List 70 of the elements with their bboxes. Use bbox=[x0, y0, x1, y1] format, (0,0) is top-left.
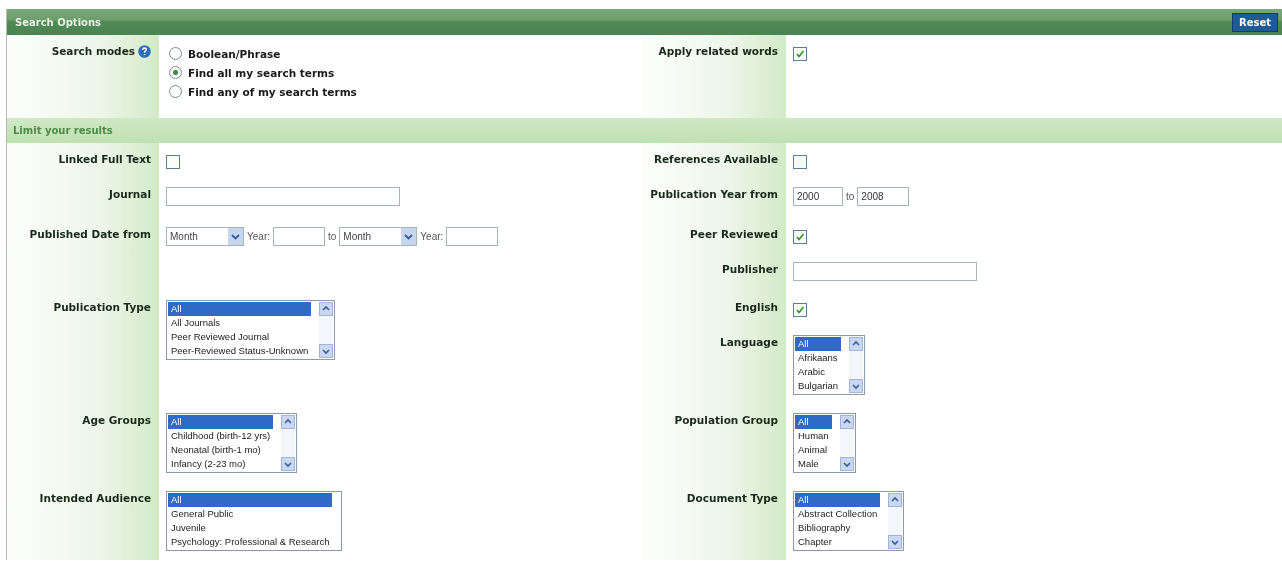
range-separator: to bbox=[846, 191, 855, 202]
help-icon[interactable] bbox=[138, 45, 151, 58]
year-label: Year: bbox=[247, 231, 270, 242]
field-label: Document Type bbox=[686, 492, 778, 504]
field-label: Language bbox=[720, 336, 778, 348]
list-box[interactable]: All General Public Juvenile Psychology: Professional & Research bbox=[166, 491, 343, 551]
year-label: Year: bbox=[420, 231, 444, 242]
radio-label: Find all my search terms bbox=[188, 66, 335, 79]
list-option[interactable]: All bbox=[795, 337, 842, 351]
chevron-up-icon[interactable] bbox=[888, 493, 903, 507]
list-box[interactable]: All Childhood (birth-12 yrs) Neonatal (birth-1 mo) Infancy (2-23 mo) bbox=[166, 413, 298, 473]
subsection-title: Limit your results bbox=[13, 125, 113, 136]
field-label: Publication Year from bbox=[650, 188, 778, 200]
text-field[interactable] bbox=[793, 262, 977, 281]
radio-button[interactable] bbox=[169, 85, 182, 98]
month-dropdown[interactable]: Month bbox=[166, 227, 244, 246]
field-label: Peer Reviewed bbox=[690, 228, 778, 240]
month-dropdown[interactable]: Month bbox=[339, 227, 418, 246]
field-label: Age Groups bbox=[82, 414, 151, 426]
list-option[interactable]: All bbox=[168, 493, 333, 507]
scrollbar[interactable] bbox=[888, 493, 903, 549]
field-label: Population Group bbox=[674, 414, 778, 426]
scrollbar[interactable] bbox=[281, 415, 296, 471]
list-option[interactable]: All bbox=[795, 415, 832, 429]
section-title: Search Options bbox=[15, 16, 101, 28]
checkbox[interactable] bbox=[793, 47, 807, 61]
list-option[interactable]: All bbox=[168, 415, 274, 429]
radio-button[interactable] bbox=[169, 66, 182, 79]
checkbox[interactable] bbox=[793, 155, 807, 169]
field-label: Publisher bbox=[722, 263, 778, 275]
field-label: Linked Full Text bbox=[58, 153, 151, 165]
list-box[interactable]: All Afrikaans Arabic Bulgarian bbox=[793, 335, 866, 395]
chevron-down-icon[interactable] bbox=[888, 535, 903, 549]
list-box[interactable]: All Abstract Collection Bibliography Chapter bbox=[793, 491, 905, 551]
field-label: Publication Type bbox=[53, 301, 151, 313]
reset-button[interactable]: Reset bbox=[1232, 12, 1278, 32]
scrollbar[interactable] bbox=[839, 415, 854, 471]
radio-label: Boolean/Phrase bbox=[188, 47, 281, 60]
chevron-down-icon[interactable] bbox=[319, 344, 334, 358]
year-field[interactable] bbox=[446, 227, 499, 246]
checkbox[interactable] bbox=[793, 303, 807, 317]
chevron-up-icon[interactable] bbox=[839, 415, 854, 429]
list-box[interactable]: All All Journals Peer Reviewed Journal Peer-Reviewed Status-Unknown bbox=[166, 300, 336, 360]
field-label: Intended Audience bbox=[39, 492, 151, 504]
chevron-up-icon[interactable] bbox=[319, 302, 334, 316]
radio-label: Find any of my search terms bbox=[188, 85, 357, 98]
chevron-up-icon[interactable] bbox=[281, 415, 296, 429]
year-field[interactable]: 2000 bbox=[793, 187, 843, 206]
list-box[interactable]: All Human Animal Male bbox=[793, 413, 856, 473]
field-label: Apply related words bbox=[658, 45, 778, 57]
chevron-down-icon[interactable] bbox=[839, 457, 854, 471]
range-separator: to bbox=[328, 231, 337, 242]
checkbox[interactable] bbox=[793, 230, 807, 244]
radio-button[interactable] bbox=[169, 47, 182, 60]
scrollbar[interactable] bbox=[319, 302, 334, 358]
field-label: References Available bbox=[653, 153, 778, 165]
text-field[interactable] bbox=[166, 187, 400, 206]
year-field[interactable]: 2008 bbox=[857, 187, 910, 206]
field-label: Journal bbox=[109, 188, 151, 200]
list-option[interactable]: All bbox=[795, 493, 881, 507]
field-label: Published Date from bbox=[29, 228, 151, 240]
checkbox[interactable] bbox=[166, 155, 180, 169]
chevron-down-icon[interactable] bbox=[849, 379, 864, 393]
year-field[interactable] bbox=[273, 227, 325, 246]
list-option[interactable]: All bbox=[168, 302, 312, 316]
chevron-down-icon[interactable] bbox=[281, 457, 296, 471]
field-label: English bbox=[734, 301, 778, 313]
scrollbar[interactable] bbox=[849, 337, 864, 393]
field-label: Search modes bbox=[51, 45, 135, 57]
chevron-up-icon[interactable] bbox=[849, 337, 864, 351]
